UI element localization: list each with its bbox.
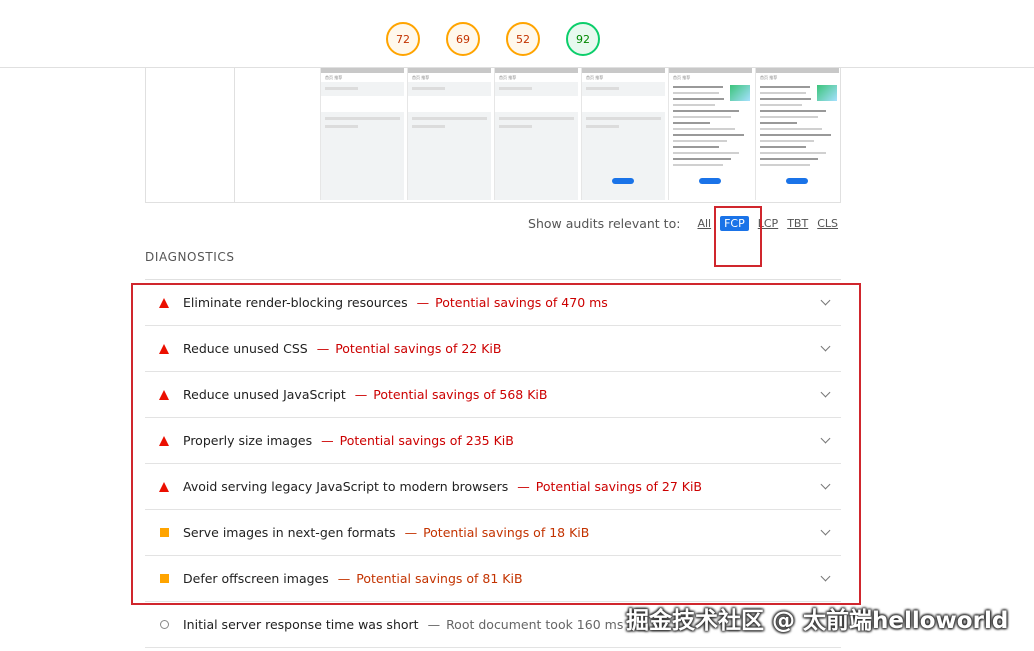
audit-title: Initial server response time was short: [183, 617, 419, 632]
frame-header-text: 首页: [325, 75, 333, 80]
score-gauge-performance[interactable]: 72: [386, 22, 420, 56]
annotation-box-fcp: [714, 206, 762, 267]
frame-button: [786, 178, 808, 184]
filmstrip-frame: 首页 推荐: [755, 68, 839, 200]
filter-chip-tbt[interactable]: TBT: [787, 217, 808, 230]
frame-tab-text: 推荐: [508, 75, 517, 80]
frame-tab-text: 推荐: [421, 75, 430, 80]
section-title-diagnostics: DIAGNOSTICS: [145, 250, 235, 264]
filter-chip-all[interactable]: All: [697, 217, 711, 230]
filmstrip-frame: 首页 推荐: [668, 68, 752, 200]
frame-header-text: 首页: [412, 75, 420, 80]
audit-separator: —: [427, 617, 441, 632]
audit-display-value: Root document took 160 ms: [446, 617, 624, 632]
score-value: 92: [576, 32, 590, 46]
filter-chip-cls[interactable]: CLS: [817, 217, 838, 230]
score-value: 69: [456, 32, 470, 46]
score-gauge-accessibility[interactable]: 69: [446, 22, 480, 56]
annotation-box-diagnostics: [131, 283, 861, 605]
score-value: 52: [516, 32, 530, 46]
frame-banner-image: [730, 85, 750, 101]
score-gauge-seo[interactable]: 92: [566, 22, 600, 56]
audit-filter: Show audits relevant to: All FCP LCP TBT…: [528, 216, 838, 231]
watermark: 掘金技术社区 @ 太前端helloworld: [626, 608, 1009, 634]
filmstrip: 首页 推荐 首页 推荐 首页 推荐 首页 推荐 首页 推荐 首页 推荐: [145, 68, 841, 203]
frame-header-text: 首页: [586, 75, 594, 80]
score-gauge-best-practices[interactable]: 52: [506, 22, 540, 56]
filmstrip-frame: 首页 推荐: [581, 68, 665, 200]
score-value: 72: [396, 32, 410, 46]
frame-header-text: 首页: [499, 75, 507, 80]
filmstrip-frame: 首页 推荐: [320, 68, 404, 200]
frame-button: [612, 178, 634, 184]
filter-label: Show audits relevant to:: [528, 216, 681, 231]
frame-banner-image: [817, 85, 837, 101]
info-circle-icon: [159, 620, 169, 629]
frame-tab-text: 推荐: [334, 75, 343, 80]
filmstrip-frame: 首页 推荐: [494, 68, 578, 200]
frame-tab-text: 推荐: [769, 75, 778, 80]
frame-header-text: 首页: [673, 75, 681, 80]
frame-button: [699, 178, 721, 184]
frame-tab-text: 推荐: [595, 75, 604, 80]
filmstrip-divider: [234, 68, 235, 202]
frame-tab-text: 推荐: [682, 75, 691, 80]
score-header: 72 69 52 92: [0, 0, 1034, 68]
filmstrip-frame: 首页 推荐: [407, 68, 491, 200]
frame-header-text: 首页: [760, 75, 768, 80]
